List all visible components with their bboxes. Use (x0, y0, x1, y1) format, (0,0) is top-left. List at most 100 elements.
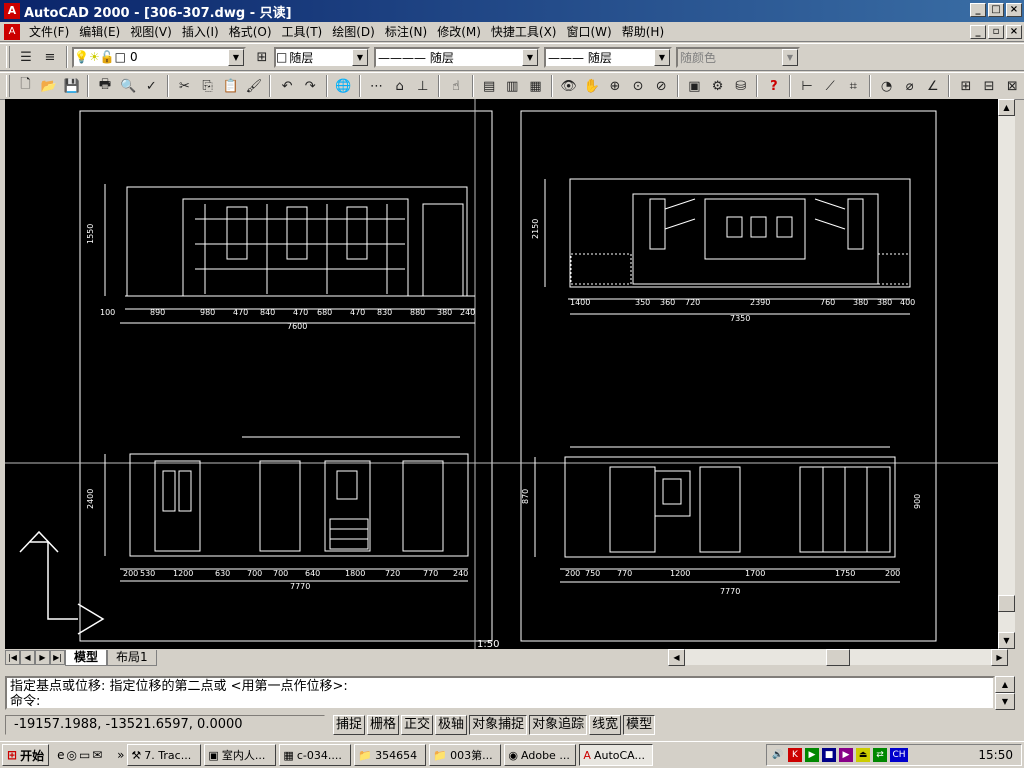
coordinates-readout[interactable]: -19157.1988, -13521.6597, 0.0000 (5, 715, 325, 735)
print-preview-icon[interactable]: 🔍 (118, 75, 139, 97)
zoom-extents-icon[interactable]: ⊘ (651, 75, 672, 97)
media-icon[interactable]: ◎ (66, 748, 76, 762)
cmd-scroll-up-icon[interactable]: ▲ (995, 676, 1015, 693)
document-icon[interactable]: A (4, 23, 20, 40)
new-file-icon[interactable]: 🗋 (15, 75, 36, 97)
redo-icon[interactable]: ↷ (300, 75, 321, 97)
regen-icon[interactable]: ▥ (502, 75, 523, 97)
layers-icon[interactable]: ☰ (15, 46, 37, 68)
menu-tools[interactable]: 工具(T) (277, 23, 328, 41)
paste-icon[interactable]: 📋 (220, 75, 241, 97)
chevron-down-icon[interactable]: ▼ (228, 48, 244, 66)
task-autocad[interactable]: A AutoCA... (579, 744, 654, 766)
more-chevron-icon[interactable]: » (117, 748, 124, 762)
close-button[interactable]: × (1006, 3, 1022, 17)
vertical-scrollbar[interactable]: ▲ ▼ (998, 99, 1015, 649)
horizontal-scrollbar[interactable]: ◀ ▶ (668, 649, 1008, 666)
layer-select[interactable]: 💡 ☀ 🔓 □ 0 ▼ (72, 46, 246, 68)
hscroll-thumb[interactable] (826, 649, 850, 666)
cmd-scroll-down-icon[interactable]: ▼ (995, 693, 1015, 710)
toolbar-grip[interactable] (6, 75, 10, 97)
command-window[interactable]: 指定基点或位移: 指定位移的第二点或 <用第一点作位移>: 命令: (5, 676, 995, 710)
menu-edit[interactable]: 编辑(E) (74, 23, 125, 41)
zoom-window-icon[interactable]: ⊕ (604, 75, 625, 97)
prev-tab-icon[interactable]: ◀ (20, 650, 35, 665)
play-icon[interactable]: ▶ (805, 748, 819, 762)
dim-angular-icon[interactable]: ∠ (922, 75, 943, 97)
first-tab-icon[interactable]: |◀ (5, 650, 20, 665)
snap-toggle[interactable]: 捕捉 (333, 715, 366, 735)
eject-icon[interactable]: ⏏ (856, 748, 870, 762)
task-003[interactable]: 📁 003第... (429, 744, 502, 766)
task-adobe[interactable]: ◉ Adobe ... (504, 744, 577, 766)
last-tab-icon[interactable]: ▶| (50, 650, 65, 665)
tab-layout1[interactable]: 布局1 (107, 649, 157, 666)
dim-linear-icon[interactable]: ⊢ (796, 75, 817, 97)
doc-restore-button[interactable]: ▫ (988, 25, 1004, 39)
pick-icon[interactable]: ☝ (445, 75, 466, 97)
chevron-down-icon[interactable]: ▼ (522, 48, 538, 66)
design-center-icon[interactable]: ⚙ (707, 75, 728, 97)
dim-radius-icon[interactable]: ◔ (876, 75, 897, 97)
scroll-right-icon[interactable]: ▶ (991, 649, 1008, 666)
menu-modify[interactable]: 修改(M) (432, 23, 486, 41)
pan-icon[interactable]: 👁 (558, 75, 579, 97)
properties-icon[interactable]: ▣ (684, 75, 705, 97)
command-scrollbar[interactable]: ▲ ▼ (995, 676, 1015, 710)
tray-app-icon[interactable]: K (788, 748, 802, 762)
menu-view[interactable]: 视图(V) (125, 23, 177, 41)
grid-toggle[interactable]: 栅格 (367, 715, 400, 735)
command-prompt[interactable]: 命令: (10, 694, 990, 709)
otrack-toggle[interactable]: 对象追踪 (529, 715, 588, 735)
chevron-down-icon[interactable]: ▼ (352, 48, 368, 66)
viewport-icon[interactable]: ▦ (525, 75, 546, 97)
drawing-canvas[interactable]: 100 890 980 470 840 470 680 470 830 880 … (5, 99, 998, 649)
menu-help[interactable]: 帮助(H) (617, 23, 669, 41)
zoom-realtime-icon[interactable]: ✋ (581, 75, 602, 97)
chevron-down-icon[interactable]: ▼ (654, 48, 670, 66)
next-tab-icon[interactable]: ▶ (35, 650, 50, 665)
doc-close-button[interactable]: × (1006, 25, 1022, 39)
task-trac[interactable]: ⚒ 7. Trac... (127, 744, 202, 766)
desktop-icon[interactable]: ▭ (79, 748, 90, 762)
color-select[interactable]: □ 随层 ▼ (274, 46, 370, 68)
task-c034[interactable]: ▦ c-034.... (279, 744, 352, 766)
toolbar-grip[interactable] (6, 46, 10, 68)
task-354654[interactable]: 📁 354654 (354, 744, 427, 766)
menu-quick-tools[interactable]: 快捷工具(X) (486, 23, 562, 41)
copy-icon[interactable]: ⎘ (197, 75, 218, 97)
ortho-toggle[interactable]: 正交 (401, 715, 434, 735)
scroll-down-icon[interactable]: ▼ (998, 632, 1015, 649)
open-folder-icon[interactable]: 📂 (38, 75, 59, 97)
menu-file[interactable]: 文件(F) (24, 23, 74, 41)
ime-indicator[interactable]: CH (890, 748, 908, 762)
match-properties-icon[interactable]: 🖌 (243, 75, 264, 97)
print-icon[interactable]: 🖶 (94, 75, 115, 97)
scroll-left-icon[interactable]: ◀ (668, 649, 685, 666)
layer-previous-icon[interactable]: ⊞ (251, 46, 273, 68)
menu-draw[interactable]: 绘图(D) (327, 23, 380, 41)
linetype-select[interactable]: ———— 随层 ▼ (374, 46, 540, 68)
database-icon[interactable]: ⛁ (730, 75, 751, 97)
snap-icon[interactable]: ⌂ (389, 75, 410, 97)
outlook-icon[interactable]: ✉ (92, 748, 102, 762)
menu-insert[interactable]: 插入(I) (177, 23, 224, 41)
dim-diameter-icon[interactable]: ⌀ (899, 75, 920, 97)
ucs-icon[interactable]: ⊥ (412, 75, 433, 97)
redraw-icon[interactable]: ▤ (479, 75, 500, 97)
menu-format[interactable]: 格式(O) (224, 23, 277, 41)
maximize-button[interactable]: □ (988, 3, 1004, 17)
start-button[interactable]: ⊞ 开始 (2, 744, 50, 766)
minimize-button[interactable]: _ (970, 3, 986, 17)
spell-check-icon[interactable]: ✓ (141, 75, 162, 97)
stop-icon[interactable]: ■ (822, 748, 836, 762)
network-icon[interactable]: ⇄ (873, 748, 887, 762)
globe-icon[interactable]: 🌐 (333, 75, 354, 97)
media-next-icon[interactable]: ▶ (839, 748, 853, 762)
clock[interactable]: 15:50 (978, 748, 1013, 762)
ie-icon[interactable]: e (57, 748, 64, 762)
zoom-previous-icon[interactable]: ⊙ (628, 75, 649, 97)
help-icon[interactable]: ? (763, 75, 784, 97)
doc-minimize-button[interactable]: _ (970, 25, 986, 39)
continue-dim-icon[interactable]: ⊠ (1002, 75, 1023, 97)
